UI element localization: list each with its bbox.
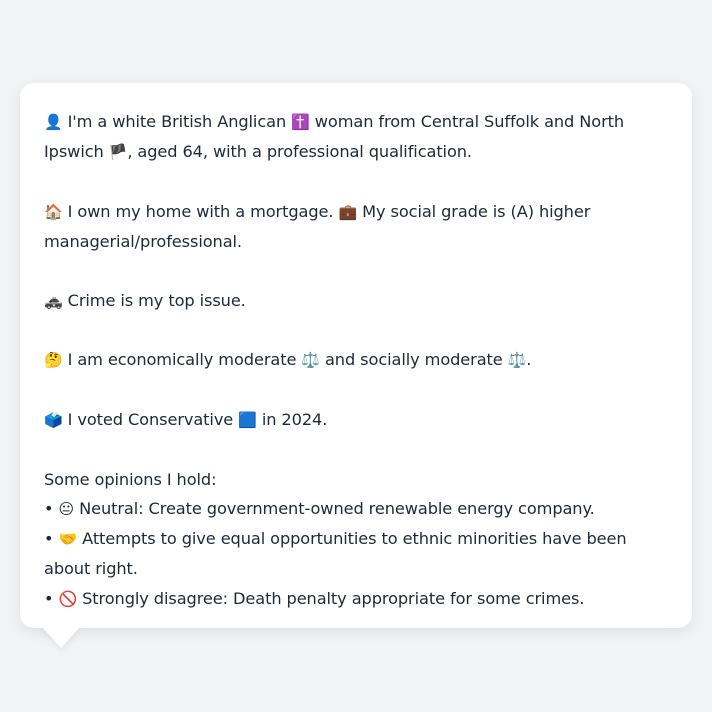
handshake-icon: 🤝 bbox=[58, 530, 78, 549]
opinions-section: Some opinions I hold: • 😐 Neutral: Creat… bbox=[44, 465, 668, 614]
period-text: . bbox=[526, 350, 532, 370]
identity-age-text: , aged 64, with a professional qualifica… bbox=[127, 142, 472, 162]
identity-text: I'm a white British Anglican bbox=[67, 112, 287, 131]
blue-square-icon: 🟦 bbox=[238, 410, 257, 429]
social-text: and socially moderate bbox=[324, 350, 503, 370]
cross-icon: ✝️ bbox=[291, 113, 310, 131]
home-paragraph: 🏠 I own my home with a mortgage. 💼 My so… bbox=[44, 197, 668, 257]
prohibited-icon: 🚫 bbox=[58, 589, 78, 608]
scales-icon: ⚖️ bbox=[301, 351, 320, 370]
ideology-paragraph: 🤔 I am economically moderate ⚖️ and soci… bbox=[44, 345, 668, 375]
opinion-text: Neutral: Create government-owned renewab… bbox=[79, 498, 595, 518]
opinion-item: • 🚫 Strongly disagree: Death penalty app… bbox=[44, 584, 668, 614]
vote-year-text: in 2024. bbox=[261, 409, 328, 429]
opinion-text: Strongly disagree: Death penalty appropr… bbox=[82, 588, 585, 608]
vote-paragraph: 🗳️ I voted Conservative 🟦 in 2024. bbox=[44, 405, 668, 435]
bullet: • bbox=[44, 529, 54, 549]
ballot-box-icon: 🗳️ bbox=[44, 410, 63, 429]
england-flag-icon: 🏴 bbox=[108, 143, 128, 162]
speech-bubble-tail bbox=[42, 627, 80, 648]
opinion-text: Attempts to give equal opportunities to … bbox=[44, 529, 627, 579]
opinion-item: • 😐 Neutral: Create government-owned ren… bbox=[44, 494, 668, 524]
person-icon: 👤 bbox=[44, 113, 63, 131]
briefcase-icon: 💼 bbox=[338, 202, 358, 221]
scales-icon: ⚖️ bbox=[507, 351, 527, 370]
issue-paragraph: 🚓 Crime is my top issue. bbox=[44, 286, 668, 316]
house-icon: 🏠 bbox=[44, 202, 63, 221]
police-car-icon: 🚓 bbox=[44, 291, 63, 310]
neutral-face-icon: 😐 bbox=[58, 499, 75, 518]
opinions-heading: Some opinions I hold: bbox=[44, 469, 217, 489]
opinion-item: • 🤝 Attempts to give equal opportunities… bbox=[44, 524, 668, 584]
thinking-face-icon: 🤔 bbox=[44, 351, 63, 370]
issue-text: Crime is my top issue. bbox=[67, 290, 246, 310]
bullet: • bbox=[44, 588, 54, 608]
identity-paragraph: 👤 I'm a white British Anglican ✝️ woman … bbox=[44, 107, 668, 168]
home-text: I own my home with a mortgage. bbox=[67, 201, 334, 221]
bullet: • bbox=[44, 498, 54, 518]
vote-text: I voted Conservative bbox=[67, 409, 234, 429]
persona-speech-bubble: 👤 I'm a white British Anglican ✝️ woman … bbox=[20, 83, 692, 628]
economic-text: I am economically moderate bbox=[67, 350, 297, 370]
